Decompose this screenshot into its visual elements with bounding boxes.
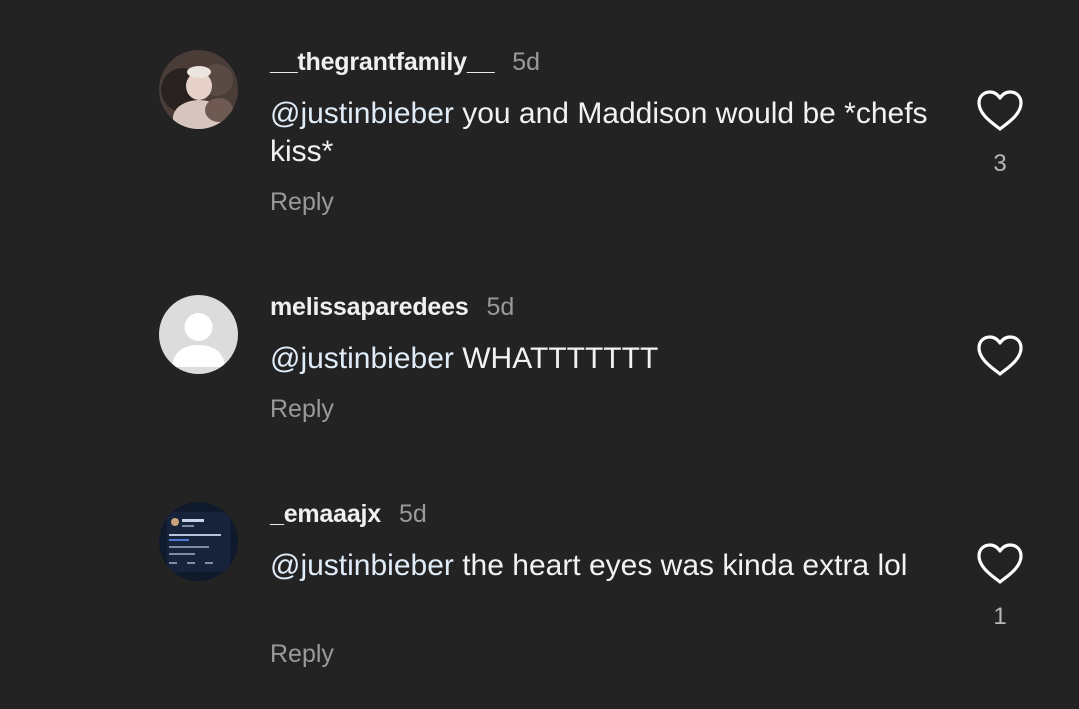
comment-meta: __thegrantfamily__ 5d — [270, 48, 540, 78]
comment-item: melissaparedees 5d @justinbieber WHATTTT… — [0, 250, 1079, 450]
heart-outline-icon — [977, 543, 1023, 584]
comment-text: @justinbieber the heart eyes was kinda e… — [270, 547, 930, 585]
comment-item: _emaaajx 5d @justinbieber the heart eyes… — [0, 455, 1079, 709]
heart-outline-icon — [977, 335, 1023, 376]
timestamp: 5d — [399, 500, 427, 528]
avatar[interactable] — [159, 295, 238, 374]
comment-item: __thegrantfamily__ 5d @justinbieber you … — [0, 0, 1079, 240]
timestamp: 5d — [512, 48, 541, 76]
comment-text: @justinbieber you and Maddison would be … — [270, 95, 930, 171]
comment-body: WHATTTTTTT — [453, 342, 659, 375]
comment-meta: _emaaajx 5d — [270, 500, 427, 530]
avatar[interactable] — [159, 50, 238, 129]
person-icon — [159, 295, 238, 374]
comment-text: @justinbieber WHATTTTTTT — [270, 340, 930, 378]
like-count: 1 — [993, 603, 1007, 630]
reply-button[interactable]: Reply — [270, 395, 334, 424]
mention-link[interactable]: @justinbieber — [270, 342, 454, 375]
comment-meta: melissaparedees 5d — [270, 293, 514, 323]
mention-link[interactable]: @justinbieber — [270, 97, 454, 130]
comment-body: the heart eyes was kinda extra lol — [453, 549, 908, 582]
reply-button[interactable]: Reply — [270, 640, 334, 669]
username[interactable]: _emaaajx — [270, 500, 381, 529]
heart-outline-icon — [977, 90, 1023, 131]
like-button[interactable] — [976, 89, 1024, 133]
avatar[interactable] — [159, 502, 238, 581]
reply-button[interactable]: Reply — [270, 188, 334, 217]
username[interactable]: __thegrantfamily__ — [270, 48, 494, 77]
like-button[interactable] — [976, 334, 1024, 378]
like-button[interactable] — [976, 542, 1024, 586]
username[interactable]: melissaparedees — [270, 293, 469, 322]
timestamp: 5d — [486, 293, 515, 321]
like-count: 3 — [993, 150, 1007, 177]
mention-link[interactable]: @justinbieber — [270, 549, 454, 582]
